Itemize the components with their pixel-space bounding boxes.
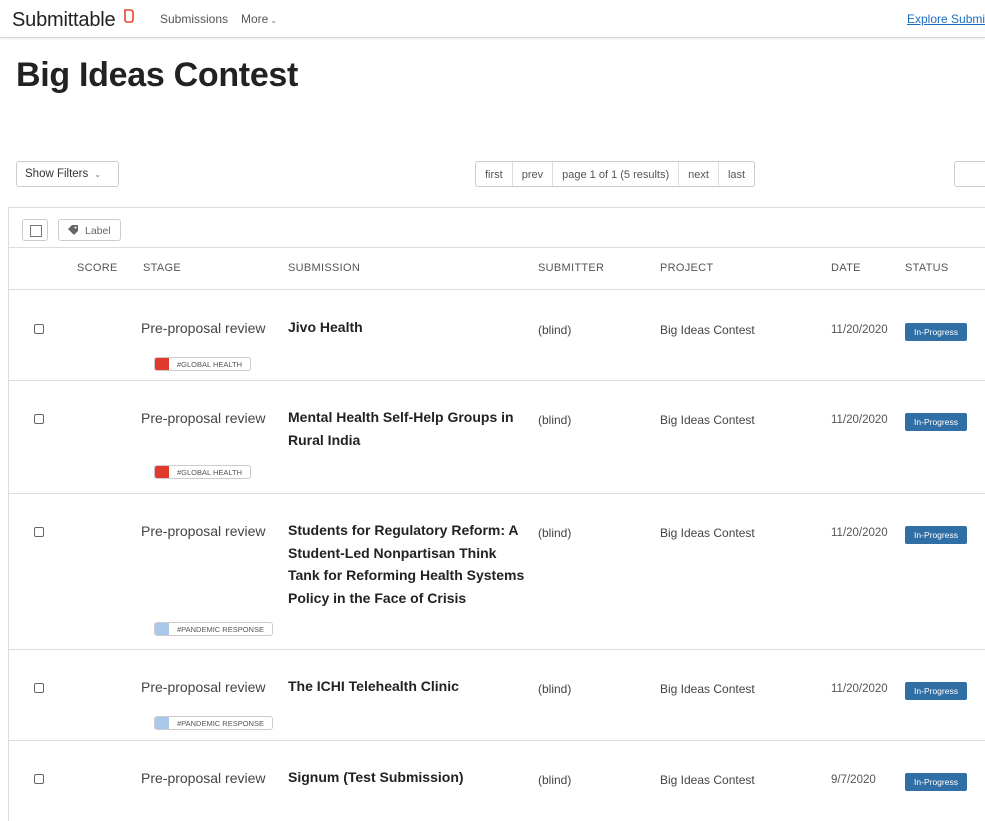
submitter-cell: (blind) <box>538 773 572 787</box>
chevron-down-icon: ⌄ <box>94 170 101 179</box>
submission-title-line: Jivo Health <box>288 319 363 335</box>
table-row[interactable]: Pre-proposal review Signum (Test Submissi… <box>9 741 985 821</box>
submission-title-line: Mental Health Self-Help Groups in <box>288 409 514 425</box>
submission-title-line: The ICHI Telehealth Clinic <box>288 678 459 694</box>
status-badge: In-Progress <box>905 323 967 341</box>
tag-color-swatch <box>155 466 169 478</box>
submitter-cell: (blind) <box>538 526 572 540</box>
tag-text: #PANDEMIC RESPONSE <box>177 625 264 634</box>
column-date[interactable]: DATE <box>831 262 861 274</box>
project-cell: Big Ideas Contest <box>660 773 755 787</box>
explore-submissions-link[interactable]: Explore Submi <box>907 12 985 26</box>
status-badge: In-Progress <box>905 682 967 700</box>
date-cell: 11/20/2020 <box>831 414 888 426</box>
row-checkbox[interactable] <box>34 774 44 784</box>
submission-title[interactable]: Jivo Health <box>288 316 538 339</box>
search-input[interactable] <box>954 161 985 187</box>
project-cell: Big Ideas Contest <box>660 682 755 696</box>
nav-submissions-link[interactable]: Submissions <box>160 12 228 26</box>
stage-cell: Pre-proposal review <box>141 523 266 539</box>
top-nav: Submittable Submissions More ⌄ Explore Su… <box>0 0 985 38</box>
show-filters-label: Show Filters <box>25 168 89 180</box>
submitter-cell: (blind) <box>538 682 572 696</box>
column-submission[interactable]: SUBMISSION <box>288 262 360 274</box>
stage-cell: Pre-proposal review <box>141 770 266 786</box>
submission-title[interactable]: Signum (Test Submission) <box>288 766 538 789</box>
tag-color-swatch <box>155 623 169 635</box>
date-cell: 9/7/2020 <box>831 774 876 786</box>
tag-color-swatch <box>155 358 169 370</box>
table-row[interactable]: Pre-proposal review Mental Health Self-He… <box>9 381 985 494</box>
pager-first-button[interactable]: first <box>476 162 513 186</box>
pager-prev-button[interactable]: prev <box>513 162 554 186</box>
column-score[interactable]: SCORE <box>77 262 118 274</box>
row-checkbox[interactable] <box>34 683 44 693</box>
submission-title[interactable]: Mental Health Self-Help Groups in Rural I… <box>288 406 538 451</box>
table-row[interactable]: Pre-proposal review The ICHI Telehealth C… <box>9 650 985 741</box>
submission-title[interactable]: Students for Regulatory Reform: A Student… <box>288 519 538 609</box>
submission-title-line: Students for Regulatory Reform: A <box>288 522 519 538</box>
submitter-cell: (blind) <box>538 323 572 337</box>
pager-status: page 1 of 1 (5 results) <box>553 162 680 186</box>
date-cell: 11/20/2020 <box>831 527 888 539</box>
project-cell: Big Ideas Contest <box>660 413 755 427</box>
table-row[interactable]: Pre-proposal review Jivo Health (blind) Big… <box>9 291 985 381</box>
brand-logo[interactable]: Submittable <box>12 9 116 32</box>
submission-title-line: Student-Led Nonpartisan Think <box>288 544 497 561</box>
submission-title-line: Signum (Test Submission) <box>288 769 464 785</box>
select-all-checkbox[interactable] <box>22 219 48 241</box>
label-button[interactable]: Label <box>58 219 121 241</box>
tag-color-swatch <box>155 717 169 729</box>
row-checkbox[interactable] <box>34 414 44 424</box>
nav-more-menu[interactable]: More ⌄ <box>241 12 277 26</box>
stage-cell: Pre-proposal review <box>141 679 266 695</box>
submittable-logo-icon <box>124 9 134 23</box>
label-tag[interactable]: #PANDEMIC RESPONSE <box>154 622 273 636</box>
tag-text: #GLOBAL HEALTH <box>177 360 243 369</box>
tag-text: #PANDEMIC RESPONSE <box>177 719 264 728</box>
submitter-cell: (blind) <box>538 413 572 427</box>
row-checkbox[interactable] <box>34 527 44 537</box>
table-header: SCORE STAGE SUBMISSION SUBMITTER PROJECT… <box>9 248 985 290</box>
status-badge: In-Progress <box>905 413 967 431</box>
submission-title-line: Tank for Reforming Health Systems <box>288 567 525 583</box>
column-stage[interactable]: STAGE <box>143 262 181 274</box>
date-cell: 11/20/2020 <box>831 324 888 336</box>
column-project[interactable]: PROJECT <box>660 262 713 274</box>
submission-title-line: Policy in the Face of Crisis <box>288 589 467 606</box>
submissions-table: Label SCORE STAGE SUBMISSION SUBMITTER P… <box>8 207 985 821</box>
column-status[interactable]: STATUS <box>905 262 949 274</box>
status-badge: In-Progress <box>905 526 967 544</box>
pager-next-button[interactable]: next <box>679 162 719 186</box>
table-row[interactable]: Pre-proposal review Students for Regulato… <box>9 494 985 650</box>
tag-icon <box>68 225 78 235</box>
submission-title[interactable]: The ICHI Telehealth Clinic <box>288 675 538 698</box>
date-cell: 11/20/2020 <box>831 683 888 695</box>
label-tag[interactable]: #GLOBAL HEALTH <box>154 465 252 479</box>
show-filters-button[interactable]: Show Filters ⌄ <box>16 161 119 187</box>
page-title: Big Ideas Contest <box>16 56 299 94</box>
pagination: first prev page 1 of 1 (5 results) next … <box>475 161 756 187</box>
submission-title-line: Rural India <box>288 431 361 448</box>
nav-more-label: More <box>241 12 269 26</box>
row-checkbox[interactable] <box>34 324 44 334</box>
label-tag[interactable]: #GLOBAL HEALTH <box>154 357 252 371</box>
pager-last-button[interactable]: last <box>719 162 754 186</box>
stage-cell: Pre-proposal review <box>141 320 266 336</box>
project-cell: Big Ideas Contest <box>660 526 755 540</box>
table-toolbar: Label <box>9 208 985 248</box>
tag-text: #GLOBAL HEALTH <box>177 468 243 477</box>
project-cell: Big Ideas Contest <box>660 323 755 337</box>
column-submitter[interactable]: SUBMITTER <box>538 262 604 274</box>
status-badge: In-Progress <box>905 773 967 791</box>
stage-cell: Pre-proposal review <box>141 410 266 426</box>
chevron-down-icon: ⌄ <box>270 16 278 25</box>
label-tag[interactable]: #PANDEMIC RESPONSE <box>154 716 273 730</box>
label-button-text: Label <box>85 225 111 237</box>
